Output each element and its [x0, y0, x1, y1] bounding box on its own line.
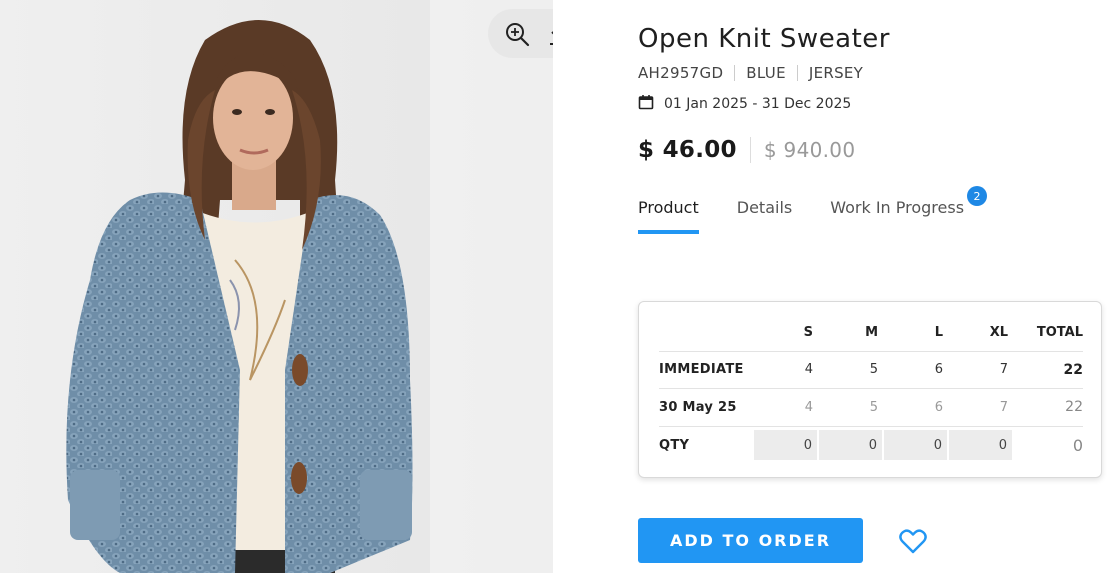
row-label: IMMEDIATE: [659, 362, 744, 378]
product-photo: [0, 0, 553, 573]
product-info: Open Knit Sweater AH2957GD BLUE JERSEY 0…: [638, 0, 1108, 573]
availability-dates: 01 Jan 2025 - 31 Dec 2025: [638, 94, 851, 114]
stock-total: 22: [1065, 399, 1083, 416]
stock-cell: 7: [999, 399, 1008, 415]
tab-label: Work In Progress: [830, 198, 965, 217]
product-image[interactable]: [0, 0, 553, 573]
product-meta: AH2957GD BLUE JERSEY: [638, 64, 863, 82]
size-grid-card: S M L XL TOTAL IMMEDIATE 4 5 6 7 22 30 M…: [638, 301, 1102, 478]
image-toolbar: [488, 9, 553, 58]
order-actions: ADD TO ORDER: [638, 518, 929, 563]
add-to-order-button[interactable]: ADD TO ORDER: [638, 518, 863, 563]
download-icon[interactable]: [542, 17, 553, 51]
product-fabric: JERSEY: [808, 64, 864, 82]
size-grid: S M L XL TOTAL IMMEDIATE 4 5 6 7 22 30 M…: [659, 314, 1083, 464]
tab-product[interactable]: Product: [638, 198, 699, 234]
stock-cell: 4: [804, 399, 813, 415]
size-header: S: [803, 324, 813, 340]
stock-cell: 6: [934, 399, 943, 415]
qty-total: 0: [1072, 435, 1083, 455]
tab-work-in-progress[interactable]: Work In Progress 2: [830, 186, 988, 234]
stock-cell: 7: [999, 362, 1008, 378]
stock-row-future: 30 May 25 4 5 6 7 22: [659, 389, 1083, 427]
qty-row: QTY 0 0 0 0 0: [659, 427, 1083, 465]
qty-input-m[interactable]: 0: [819, 430, 882, 461]
heart-icon[interactable]: [897, 525, 929, 557]
meta-divider: [796, 65, 798, 81]
size-header: L: [934, 324, 943, 340]
meta-divider: [734, 65, 736, 81]
tab-details[interactable]: Details: [737, 198, 792, 234]
date-range: 01 Jan 2025 - 31 Dec 2025: [664, 96, 852, 112]
size-header: XL: [989, 324, 1008, 340]
zoom-in-icon[interactable]: [500, 17, 534, 51]
size-header: M: [865, 324, 878, 340]
row-label: QTY: [659, 437, 690, 453]
size-header-row: S M L XL TOTAL: [659, 314, 1083, 352]
stock-cell: 4: [804, 362, 813, 378]
product-code: AH2957GD: [638, 64, 724, 82]
product-color: BLUE: [746, 64, 786, 82]
stock-cell: 6: [934, 362, 943, 378]
stock-row-immediate: IMMEDIATE 4 5 6 7 22: [659, 352, 1083, 389]
product-title: Open Knit Sweater: [638, 24, 890, 54]
stock-total: 22: [1063, 361, 1083, 378]
stock-cell: 5: [869, 399, 878, 415]
price-divider: [749, 137, 751, 163]
qty-input-l[interactable]: 0: [884, 430, 947, 461]
wholesale-price: $ 46.00: [638, 137, 737, 163]
retail-price: $ 940.00: [763, 138, 856, 162]
stock-cell: 5: [869, 362, 878, 378]
row-label: 30 May 25: [659, 399, 737, 415]
count-badge: 2: [967, 186, 988, 206]
qty-input-s[interactable]: 0: [754, 430, 817, 461]
calendar-icon: [638, 94, 654, 114]
product-tabs: Product Details Work In Progress 2: [638, 186, 1002, 234]
qty-input-xl[interactable]: 0: [949, 430, 1012, 461]
total-header: TOTAL: [1036, 324, 1083, 340]
price-block: $ 46.00 $ 940.00: [638, 137, 855, 163]
